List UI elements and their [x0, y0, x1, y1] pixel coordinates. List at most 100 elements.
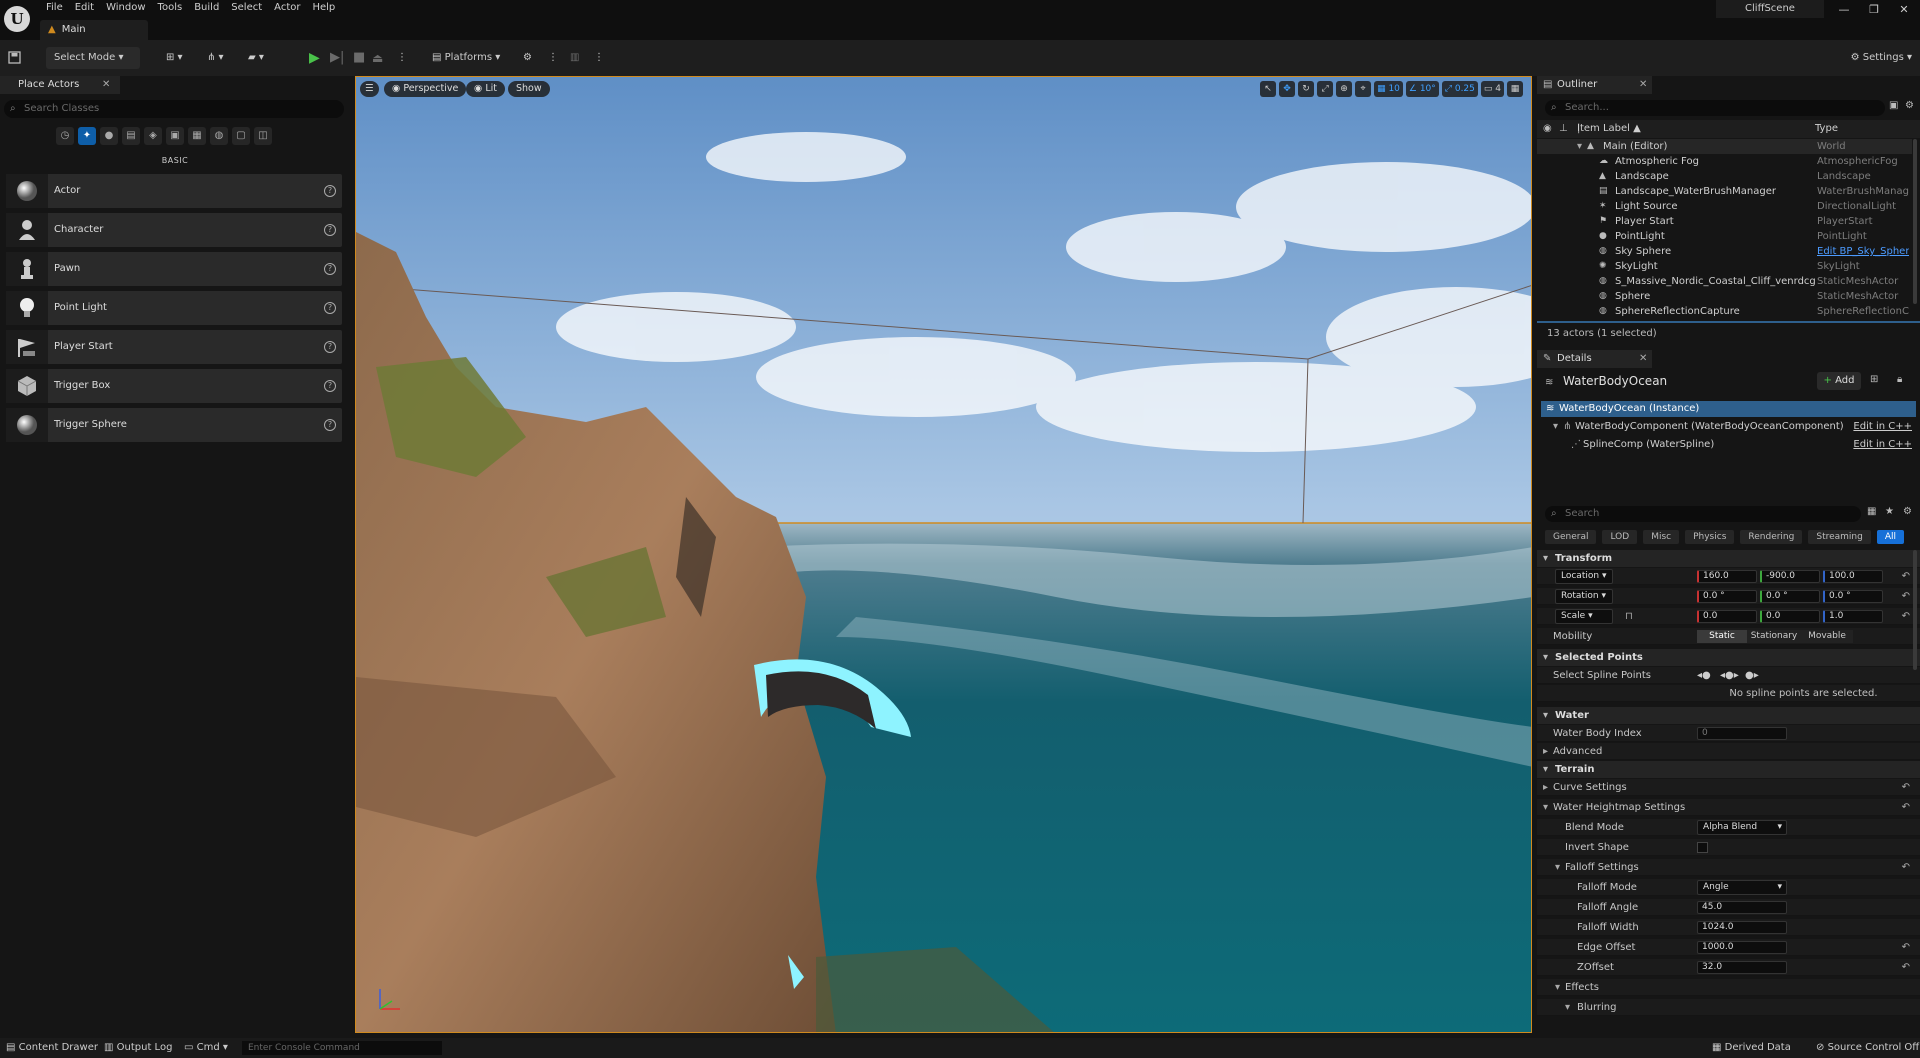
reset-icon[interactable]: ↶	[1902, 799, 1910, 816]
minimize-icon[interactable]: —	[1830, 0, 1858, 20]
reset-icon[interactable]: ↶	[1902, 939, 1910, 956]
viewport-menu-icon[interactable]: ☰	[360, 81, 379, 97]
reset-icon[interactable]: ↶	[1902, 859, 1910, 876]
reset-icon[interactable]: ↶	[1902, 779, 1910, 796]
help-icon[interactable]: ?	[324, 380, 336, 392]
select-all-points-icon[interactable]: ◂●▸	[1720, 667, 1739, 684]
level-tab[interactable]: ▲ Main	[40, 20, 148, 40]
menu-tools[interactable]: Tools	[152, 0, 189, 15]
mobility-stationary[interactable]: Stationary	[1747, 630, 1801, 643]
recent-icon[interactable]: ◷	[56, 127, 74, 145]
edit-in-cpp-link[interactable]: Edit in C++	[1853, 437, 1912, 453]
component-row-spline[interactable]: ⋰ SplineComp (WaterSpline) Edit in C++	[1541, 437, 1916, 453]
blend-mode-dropdown[interactable]: Alpha Blend ▾	[1697, 820, 1787, 835]
falloff-mode-dropdown[interactable]: Angle ▾	[1697, 880, 1787, 895]
outliner-row[interactable]: ✺ SkyLight SkyLight	[1537, 259, 1912, 274]
location-x-field[interactable]: 160.0	[1697, 570, 1757, 583]
select-mode-dropdown[interactable]: Select Mode ▾	[46, 47, 140, 69]
cinematics-icon[interactable]: ▰ ▾	[248, 47, 264, 69]
component-row-waterbody[interactable]: ▾ ⋔ WaterBodyComponent (WaterBodyOceanComp…	[1541, 419, 1916, 435]
unreal-logo-icon[interactable]: U	[4, 6, 30, 32]
rotate-tool-icon[interactable]: ↻	[1298, 81, 1315, 97]
actor-item-trigger-sphere[interactable]: Trigger Sphere ?	[6, 408, 342, 442]
curve-settings-row[interactable]: ▸ Curve Settings ↶	[1537, 779, 1920, 796]
mode-options-icon[interactable]: ⋮	[594, 47, 604, 69]
help-icon[interactable]: ?	[324, 341, 336, 353]
stop-icon[interactable]: ■	[353, 47, 365, 69]
outliner-row[interactable]: ▤ Landscape_WaterBrushManager WaterBrushMa…	[1537, 184, 1912, 199]
geometry-icon[interactable]: ▣	[166, 127, 184, 145]
actor-item-pawn[interactable]: Pawn ?	[6, 252, 342, 286]
item-label-column[interactable]: Item Label ▲	[1577, 120, 1641, 138]
settings-button[interactable]: ⚙ Settings ▾	[1851, 47, 1912, 69]
filter-misc[interactable]: Misc	[1643, 530, 1680, 544]
lit-button[interactable]: ◉ Lit	[466, 81, 505, 97]
misc-icon[interactable]: ◫	[254, 127, 272, 145]
actor-item-character[interactable]: Character ?	[6, 213, 342, 247]
visibility-icon[interactable]: ◉	[1543, 120, 1552, 138]
show-button[interactable]: Show	[508, 81, 550, 97]
mode-icon[interactable]: ▥	[570, 47, 579, 69]
actor-item-trigger-box[interactable]: Trigger Box ?	[6, 369, 342, 403]
details-scrollbar[interactable]	[1913, 550, 1917, 670]
invert-shape-checkbox[interactable]	[1697, 842, 1708, 853]
filter-streaming[interactable]: Streaming	[1808, 530, 1871, 544]
add-component-button[interactable]: + Add	[1817, 372, 1861, 390]
filter-physics[interactable]: Physics	[1685, 530, 1735, 544]
expand-icon[interactable]: ▾	[1577, 139, 1582, 154]
menu-build[interactable]: Build	[188, 0, 225, 15]
volumes-icon[interactable]: ▦	[188, 127, 206, 145]
falloff-angle-field[interactable]: 45.0	[1697, 901, 1787, 914]
outliner-row[interactable]: ● PointLight PointLight	[1537, 229, 1912, 244]
mobility-static[interactable]: Static	[1697, 630, 1747, 643]
rotation-x-field[interactable]: 0.0 °	[1697, 590, 1757, 603]
blurring-row[interactable]: ▾ Blurring	[1537, 999, 1920, 1016]
advanced-row[interactable]: ▸ Advanced	[1537, 743, 1920, 760]
filter-all[interactable]: All	[1876, 530, 1905, 544]
menu-window[interactable]: Window	[100, 0, 151, 15]
details-search-input[interactable]: ⌕ Search	[1545, 506, 1861, 522]
pin-icon[interactable]: ⊥	[1559, 120, 1568, 138]
menu-help[interactable]: Help	[306, 0, 341, 15]
scale-x-field[interactable]: 0.0	[1697, 610, 1757, 623]
play-button[interactable]: ▶	[309, 47, 320, 69]
grid-snap-button[interactable]: ▦ 10	[1374, 81, 1403, 97]
select-tool-icon[interactable]: ↖	[1260, 81, 1277, 97]
filter-rendering[interactable]: Rendering	[1740, 530, 1803, 544]
falloff-width-field[interactable]: 1024.0	[1697, 921, 1787, 934]
world-local-icon[interactable]: ⊕	[1336, 81, 1353, 97]
source-control-icon[interactable]: ⚙	[523, 47, 532, 69]
derived-data-button[interactable]: ▦ Derived Data	[1712, 1038, 1791, 1058]
scale-tool-icon[interactable]: ⤢	[1317, 81, 1334, 97]
scale-dropdown[interactable]: Scale ▾	[1555, 609, 1613, 624]
rotation-dropdown[interactable]: Rotation ▾	[1555, 589, 1613, 604]
details-tab[interactable]: Details	[1537, 350, 1652, 368]
transform-section[interactable]: ▾ Transform	[1537, 550, 1920, 567]
basic-icon[interactable]: ✦	[78, 127, 96, 145]
eject-icon[interactable]: ⏏	[372, 47, 383, 69]
lock-icon[interactable]: ⊓	[1625, 608, 1633, 625]
select-next-point-icon[interactable]: ●▸	[1745, 667, 1759, 684]
menu-actor[interactable]: Actor	[268, 0, 306, 15]
terrain-section[interactable]: ▾ Terrain	[1537, 761, 1920, 778]
zoffset-field[interactable]: 32.0	[1697, 961, 1787, 974]
console-command-input[interactable]: Enter Console Command	[242, 1041, 442, 1055]
rotation-z-field[interactable]: 0.0 °	[1823, 590, 1883, 603]
outliner-row[interactable]: ◍ Sphere StaticMeshActor	[1537, 289, 1912, 304]
scene-render[interactable]	[356, 77, 1532, 1033]
heightmap-settings-row[interactable]: ▾ Water Heightmap Settings ↶	[1537, 799, 1920, 816]
location-y-field[interactable]: -900.0	[1760, 570, 1820, 583]
search-classes-input[interactable]: ⌕ Search Classes	[4, 100, 344, 118]
blueprint-icon[interactable]: ⋔ ▾	[207, 47, 224, 69]
falloff-settings-row[interactable]: ▾ Falloff Settings ↶	[1537, 859, 1920, 876]
reset-icon[interactable]: ↶	[1902, 588, 1910, 605]
outliner-scrollbar[interactable]	[1913, 139, 1917, 304]
water-section[interactable]: ▾ Water	[1537, 707, 1920, 724]
scale-snap-button[interactable]: ⤢ 0.25	[1441, 81, 1478, 97]
effects-row[interactable]: ▾ Effects	[1537, 979, 1920, 996]
scale-y-field[interactable]: 0.0	[1760, 610, 1820, 623]
filter-lod[interactable]: LOD	[1602, 530, 1638, 544]
location-z-field[interactable]: 100.0	[1823, 570, 1883, 583]
outliner-row[interactable]: ⚑ Player Start PlayerStart	[1537, 214, 1912, 229]
reset-icon[interactable]: ↶	[1902, 608, 1910, 625]
